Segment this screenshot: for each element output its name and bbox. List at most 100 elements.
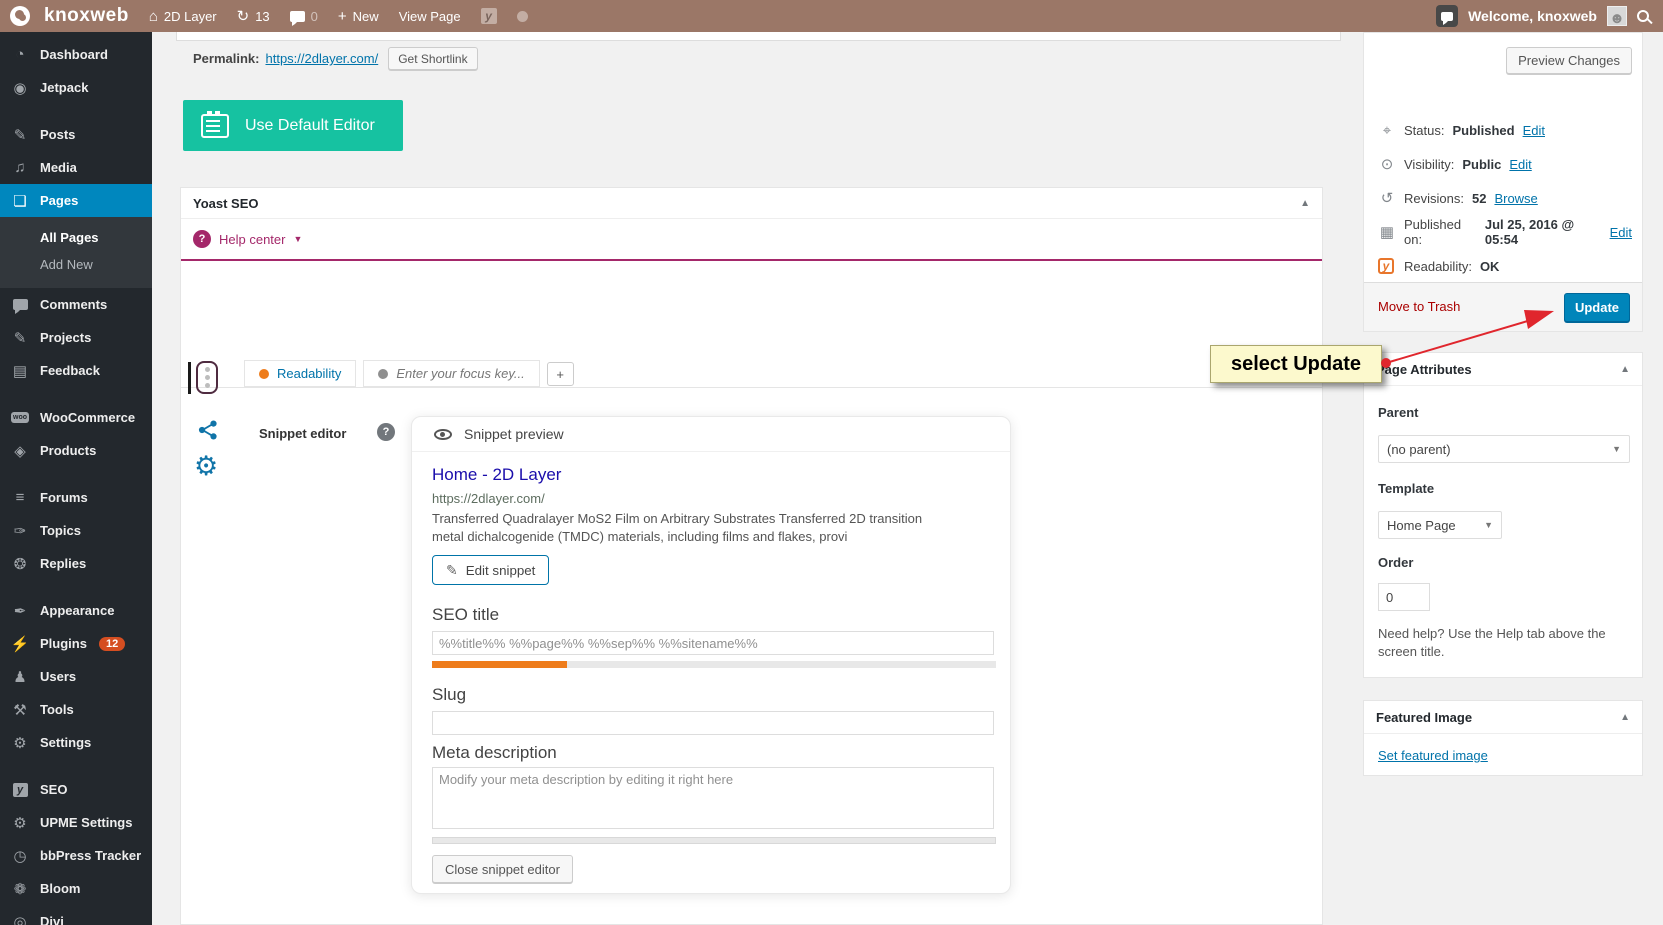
eye-icon: ⊙ (1378, 155, 1396, 173)
yoast-metabox-header[interactable]: Yoast SEO ▲ (181, 188, 1322, 219)
sidebar-item-dashboard[interactable]: ◔ Dashboard (0, 38, 152, 71)
sidebar-item-forums[interactable]: ≡ Forums (0, 481, 152, 514)
move-to-trash-link[interactable]: Move to Trash (1378, 299, 1460, 314)
publish-row: y Readability: OK (1378, 249, 1632, 283)
order-input[interactable] (1378, 583, 1430, 611)
edit-snippet-button[interactable]: ✎ Edit snippet (432, 555, 550, 585)
sidebar-item-woocommerce[interactable]: woo WooCommerce (0, 401, 152, 434)
edit-snippet-label: Edit snippet (465, 562, 536, 578)
admin-bar-comments[interactable]: 0 (280, 0, 328, 32)
help-center-link[interactable]: Help center (219, 232, 285, 247)
sidebar-item-projects[interactable]: ✎ Projects (0, 321, 152, 354)
sidebar-item-posts[interactable]: ✎ Posts (0, 118, 152, 151)
sidebar-item-label: Comments (40, 297, 108, 312)
snippet-help-icon[interactable]: ? (377, 423, 395, 441)
chevron-down-icon: ▼ (1612, 444, 1621, 454)
plus-icon: + (337, 7, 347, 25)
admin-bar-site-menu[interactable]: ⌂ 2D Layer (139, 0, 227, 32)
revisions-clock-icon: ↺ (1378, 189, 1396, 207)
serp-title-link[interactable]: Home - 2D Layer (432, 465, 561, 485)
publish-row-edit-link[interactable]: Edit (1610, 225, 1632, 240)
sidebar-item-divi[interactable]: ◎ Divi (0, 905, 152, 925)
set-featured-image-link[interactable]: Set featured image (1378, 748, 1488, 763)
permalink-label: Permalink: (193, 51, 260, 66)
brand-label: knoxweb (44, 5, 129, 26)
yoast-icon: y (12, 782, 28, 797)
pin-icon: ⌖ (1382, 121, 1392, 139)
sidebar-item-pages[interactable]: ❏ Pages (0, 184, 152, 217)
sidebar-item-seo[interactable]: y SEO (0, 773, 152, 806)
share-icon[interactable] (197, 419, 219, 441)
welcome-label[interactable]: Welcome, knoxweb (1468, 8, 1597, 24)
featured-image-header[interactable]: Featured Image ▲ (1364, 701, 1642, 734)
publish-row-label: Status: (1404, 122, 1445, 138)
appearance-brush-icon: ✒ (13, 602, 27, 620)
sidebar-subitem-all-pages[interactable]: All Pages (0, 224, 152, 251)
sidebar-subitem-add-new[interactable]: Add New (0, 251, 152, 278)
close-snippet-editor-button[interactable]: Close snippet editor (432, 855, 573, 883)
avatar[interactable]: ☻ (1607, 6, 1627, 26)
tab-readability[interactable]: Readability (244, 360, 357, 387)
use-default-editor-label: Use Default Editor (245, 116, 375, 134)
seo-title-input[interactable] (432, 631, 994, 655)
use-default-editor-button[interactable]: Use Default Editor (183, 100, 403, 151)
comment-icon (289, 10, 305, 26)
page-attributes-help-text: Need help? Use the Help tab above the sc… (1378, 626, 1606, 659)
meta-description-textarea[interactable] (432, 767, 994, 829)
wordpress-edit-page-screen: knoxweb ⌂ 2D Layer ↻ 13 0 + New View Pag… (0, 0, 1663, 925)
admin-bar-brand[interactable]: knoxweb (0, 0, 139, 32)
get-shortlink-button[interactable]: Get Shortlink (388, 47, 478, 70)
bloom-flower-icon: ❁ (10, 880, 30, 898)
sidebar-item-comments[interactable]: Comments (0, 288, 152, 321)
update-button[interactable]: Update (1564, 293, 1630, 322)
sidebar-item-products[interactable]: ◈ Products (0, 434, 152, 467)
collapse-toggle-icon[interactable]: ▲ (1620, 712, 1630, 723)
sidebar-item-upme-settings[interactable]: ⚙ UPME Settings (0, 806, 152, 839)
publish-row-edit-link[interactable]: Edit (1509, 157, 1531, 172)
sidebar-item-replies[interactable]: ❂ Replies (0, 547, 152, 580)
page-attributes-header[interactable]: Page Attributes ▲ (1364, 353, 1642, 386)
admin-bar-new-menu[interactable]: + New (328, 0, 389, 32)
pie-chart-icon: ◷ (13, 847, 27, 865)
admin-bar-view-page[interactable]: View Page (389, 0, 471, 32)
collapse-toggle-icon[interactable]: ▲ (1620, 364, 1630, 375)
sidebar-item-appearance[interactable]: ✒ Appearance (0, 594, 152, 627)
sidebar-item-bloom[interactable]: ❁ Bloom (0, 872, 152, 905)
sidebar-item-label: Users (40, 669, 77, 684)
gear-icon[interactable]: ⚙ (194, 451, 218, 482)
sidebar-item-media[interactable]: ♫ Media (0, 151, 152, 184)
collapse-toggle-icon[interactable]: ▲ (1300, 198, 1310, 209)
sidebar-item-tools[interactable]: ⚒ Tools (0, 693, 152, 726)
traffic-light-icon[interactable] (196, 361, 218, 394)
sidebar-item-topics[interactable]: ✑ Topics (0, 514, 152, 547)
topics-icon: ✑ (13, 522, 27, 540)
slug-input[interactable] (432, 711, 994, 735)
admin-bar-yoast[interactable]: y (471, 0, 507, 32)
template-select[interactable]: Home Page ▼ (1378, 511, 1502, 539)
admin-bar-feedback-button[interactable] (1436, 5, 1459, 27)
sidebar-item-plugins[interactable]: ⚡ Plugins 12 (0, 627, 152, 660)
sidebar-item-users[interactable]: ♟ Users (0, 660, 152, 693)
topics-icon: ✑ (10, 522, 30, 540)
search-icon[interactable] (1637, 10, 1649, 22)
new-label: New (352, 8, 379, 24)
publish-row: ⊙ Visibility: Public Edit (1378, 147, 1632, 181)
serp-url: https://2dlayer.com/ (432, 491, 545, 506)
tab-focus-keyword[interactable]: Enter your focus key... (363, 360, 540, 387)
admin-bar-updates[interactable]: ↻ 13 (227, 0, 280, 32)
gear-icon: ⚙ (10, 814, 30, 832)
permalink-link[interactable]: https://2dlayer.com/ (265, 51, 378, 66)
sidebar-item-settings[interactable]: ⚙ Settings (0, 726, 152, 759)
revisions-clock-icon: ↺ (1380, 190, 1394, 207)
add-keyword-tab-button[interactable]: + (546, 362, 574, 386)
sidebar-item-bbpress-tracker[interactable]: ◷ bbPress Tracker (0, 839, 152, 872)
active-tab-indicator (188, 362, 191, 394)
publish-panel: Preview Changes ⌖ Status: Published Edit ⊙ Vi… (1363, 32, 1643, 332)
sidebar-item-feedback[interactable]: ▤ Feedback (0, 354, 152, 387)
publish-row-browse-link[interactable]: Browse (1494, 191, 1537, 206)
publish-row-value: OK (1479, 258, 1500, 274)
parent-select[interactable]: (no parent) ▼ (1378, 435, 1630, 463)
preview-changes-button[interactable]: Preview Changes (1506, 47, 1632, 74)
publish-row-edit-link[interactable]: Edit (1523, 123, 1545, 138)
sidebar-item-jetpack[interactable]: ◉ Jetpack (0, 71, 152, 104)
